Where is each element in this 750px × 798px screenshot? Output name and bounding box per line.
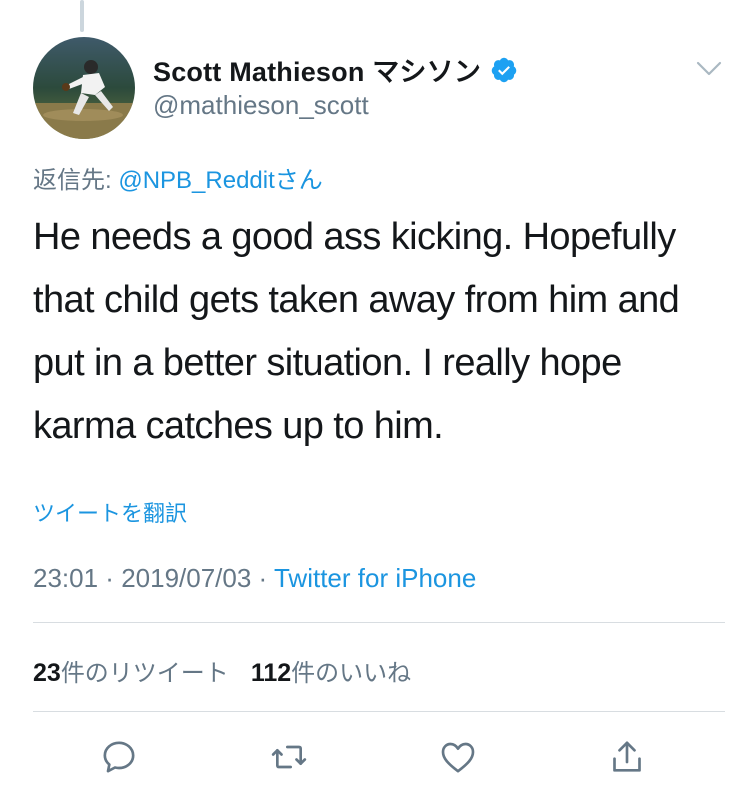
reply-mention-link[interactable]: @NPB_Reddit xyxy=(118,167,274,194)
chevron-down-icon[interactable] xyxy=(695,59,723,79)
avatar[interactable] xyxy=(33,37,135,139)
divider xyxy=(33,622,725,623)
meta-separator: · xyxy=(251,563,274,593)
likes-count: 112 xyxy=(250,659,292,687)
share-button[interactable] xyxy=(605,735,649,779)
tweet-text: He needs a good ass kicking. Hopefully t… xyxy=(33,216,680,447)
meta-separator: · xyxy=(98,563,122,593)
tweet-meta: 23:01 · 2019/07/03 · Twitter for iPhone xyxy=(33,563,476,594)
retweets-count: 23 xyxy=(33,659,61,687)
like-button[interactable] xyxy=(436,735,480,779)
tweet-source-link[interactable]: Twitter for iPhone xyxy=(274,563,476,593)
engagement-stats: 23件のリツイート 112件のいいね xyxy=(33,653,433,688)
thread-connector-line xyxy=(80,0,84,32)
retweet-button[interactable] xyxy=(267,735,311,779)
translate-tweet-link[interactable]: ツイートを翻訳 xyxy=(33,496,187,528)
reply-icon xyxy=(103,741,135,773)
reply-button[interactable] xyxy=(97,735,141,779)
reply-to-prefix: 返信先: xyxy=(33,167,119,194)
display-name[interactable]: Scott Mathieson マシソン xyxy=(153,50,481,89)
divider xyxy=(33,711,725,712)
share-icon xyxy=(613,741,641,772)
likes-stat[interactable]: 112件のいいね xyxy=(251,653,411,688)
retweet-icon xyxy=(271,745,307,769)
reply-mention-suffix[interactable]: さん xyxy=(275,167,323,194)
tweet-date: 2019/07/03 xyxy=(121,563,252,593)
retweets-stat[interactable]: 23件のリツイート xyxy=(33,653,229,688)
tweet-time: 23:01 xyxy=(33,563,99,593)
likes-label: 件のいいね xyxy=(291,660,412,687)
user-name-row[interactable]: Scott Mathieson マシソン xyxy=(153,50,518,89)
like-icon xyxy=(441,742,475,773)
reply-to-line: 返信先: @NPB_Redditさん xyxy=(33,160,323,195)
user-handle[interactable]: @mathieson_scott xyxy=(153,90,369,121)
action-bar xyxy=(0,735,750,779)
retweets-label: 件のリツイート xyxy=(60,660,229,687)
verified-badge-icon xyxy=(491,57,517,82)
